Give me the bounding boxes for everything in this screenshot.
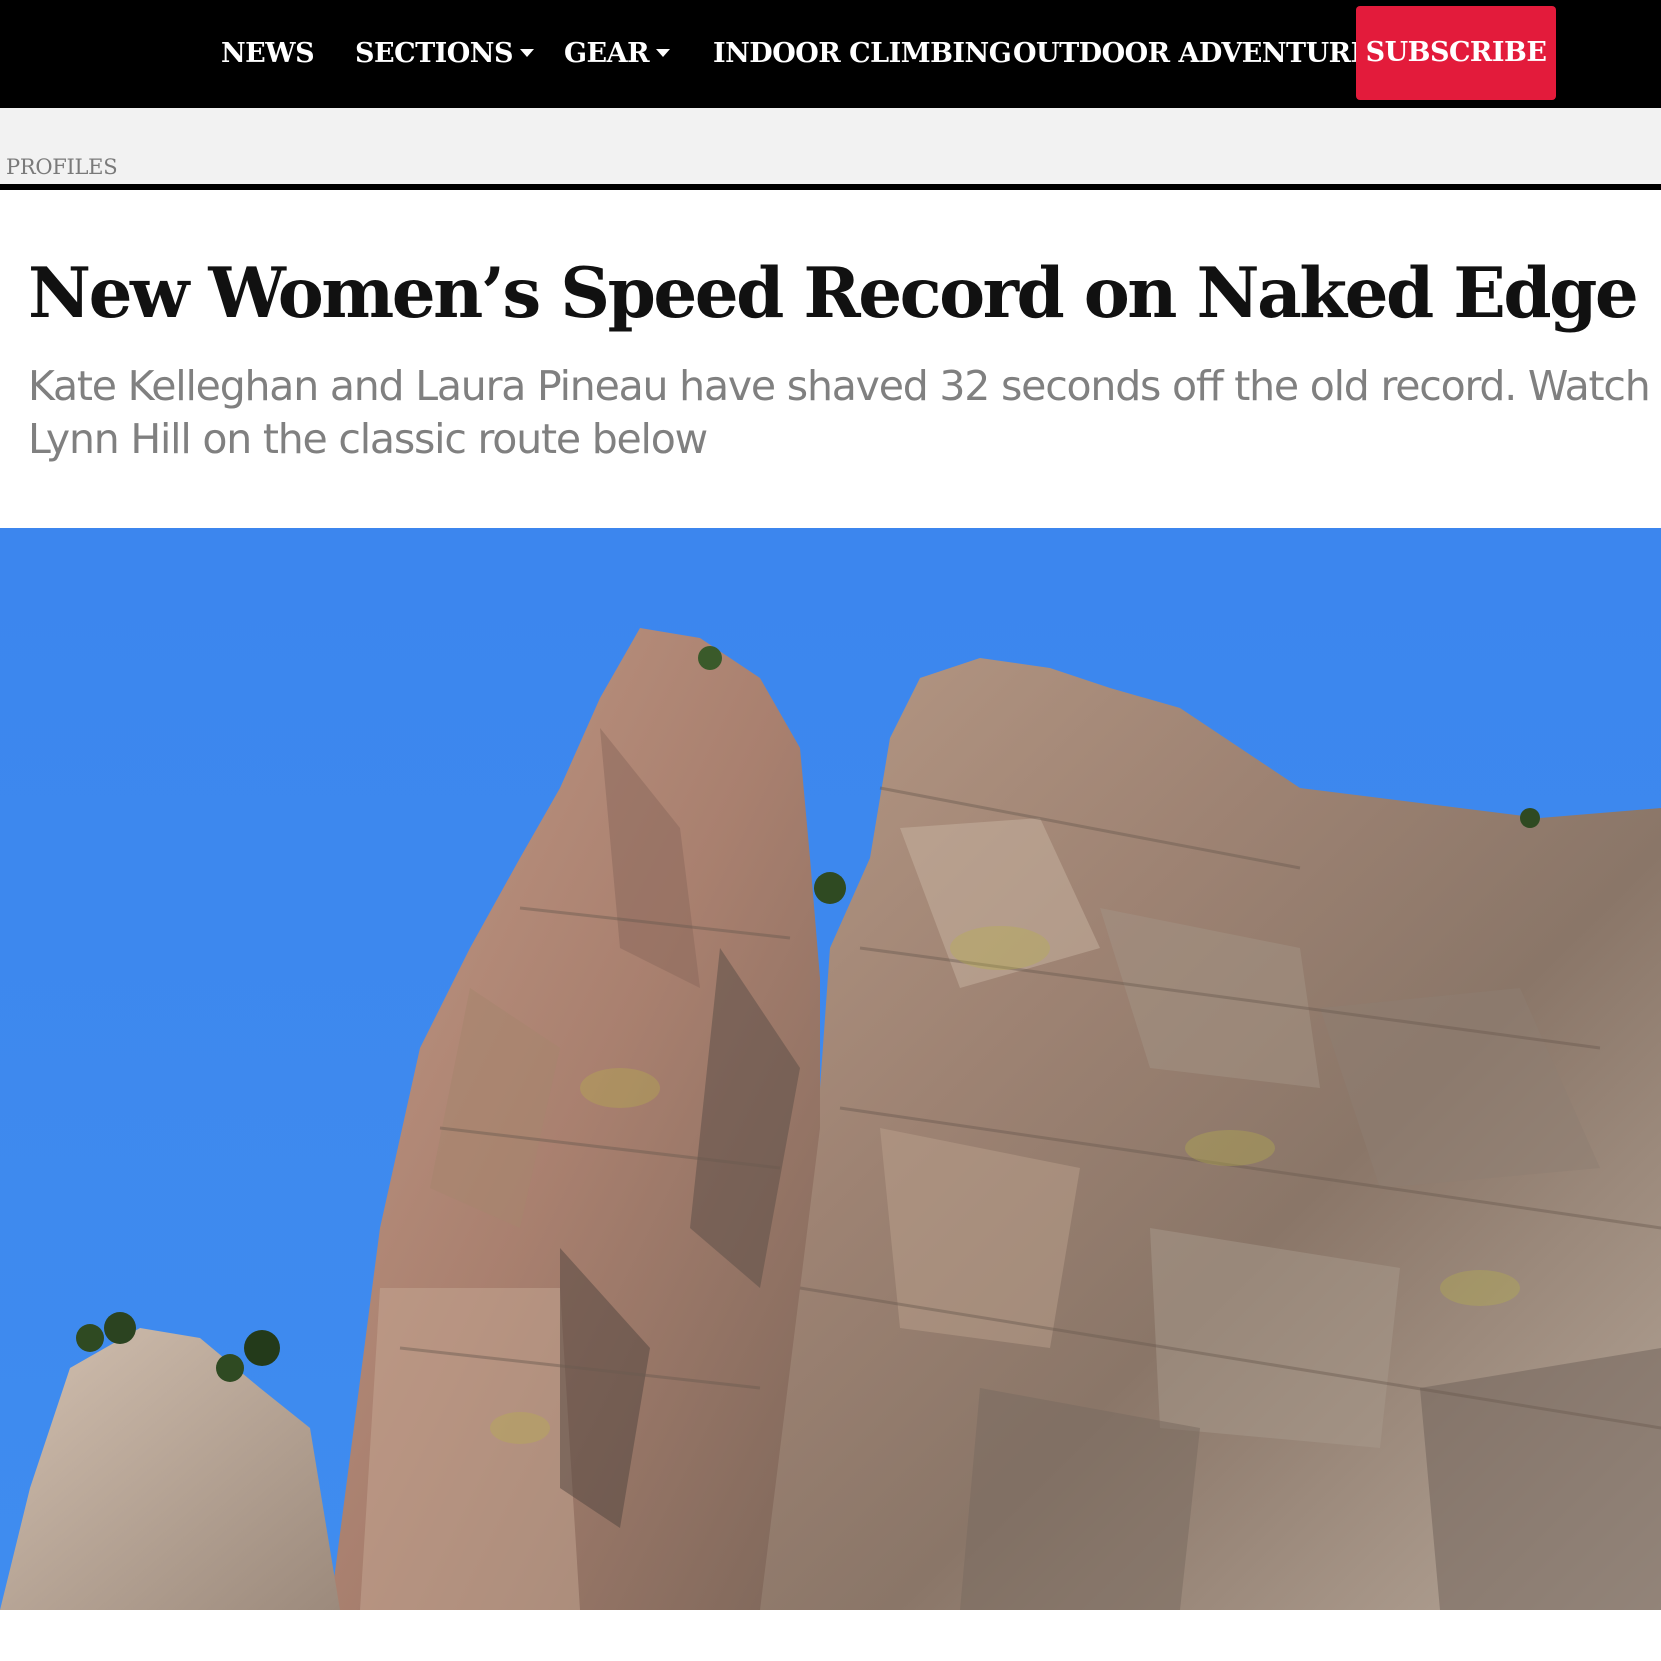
nav-item-label: SECTIONS bbox=[355, 38, 514, 69]
chevron-down-icon bbox=[656, 48, 671, 57]
nav-item-label: GEAR bbox=[564, 38, 650, 69]
nav-item-label: OUTDOOR ADVENTURE bbox=[1013, 38, 1371, 69]
nav-item-indoor-climbing[interactable]: INDOOR CLIMBING bbox=[713, 0, 1012, 108]
breadcrumb-bar bbox=[0, 108, 1661, 184]
breadcrumb-profiles-link[interactable]: PROFILES bbox=[6, 155, 118, 179]
nav-item-label: NEWS bbox=[221, 38, 315, 69]
section-divider bbox=[0, 184, 1661, 190]
chevron-down-icon bbox=[520, 48, 534, 57]
hero-image bbox=[0, 528, 1661, 1610]
nav-item-news[interactable]: NEWS bbox=[221, 0, 315, 108]
article-subtitle: Kate Kelleghan and Laura Pineau have sha… bbox=[28, 362, 1651, 463]
top-navigation-bar: NEWS SECTIONS GEAR INDOOR CLIMBING OUTDO… bbox=[0, 0, 1661, 108]
nav-item-label: INDOOR CLIMBING bbox=[713, 38, 1012, 69]
nav-item-sections[interactable]: SECTIONS bbox=[355, 0, 534, 108]
nav-item-outdoor-adventure[interactable]: OUTDOOR ADVENTURE bbox=[1013, 0, 1371, 108]
rock-cliff-photo bbox=[0, 528, 1661, 1610]
nav-item-gear[interactable]: GEAR bbox=[564, 0, 671, 108]
subscribe-button[interactable]: SUBSCRIBE bbox=[1356, 6, 1556, 100]
article-title: New Women’s Speed Record on Naked Edge bbox=[28, 253, 1639, 334]
